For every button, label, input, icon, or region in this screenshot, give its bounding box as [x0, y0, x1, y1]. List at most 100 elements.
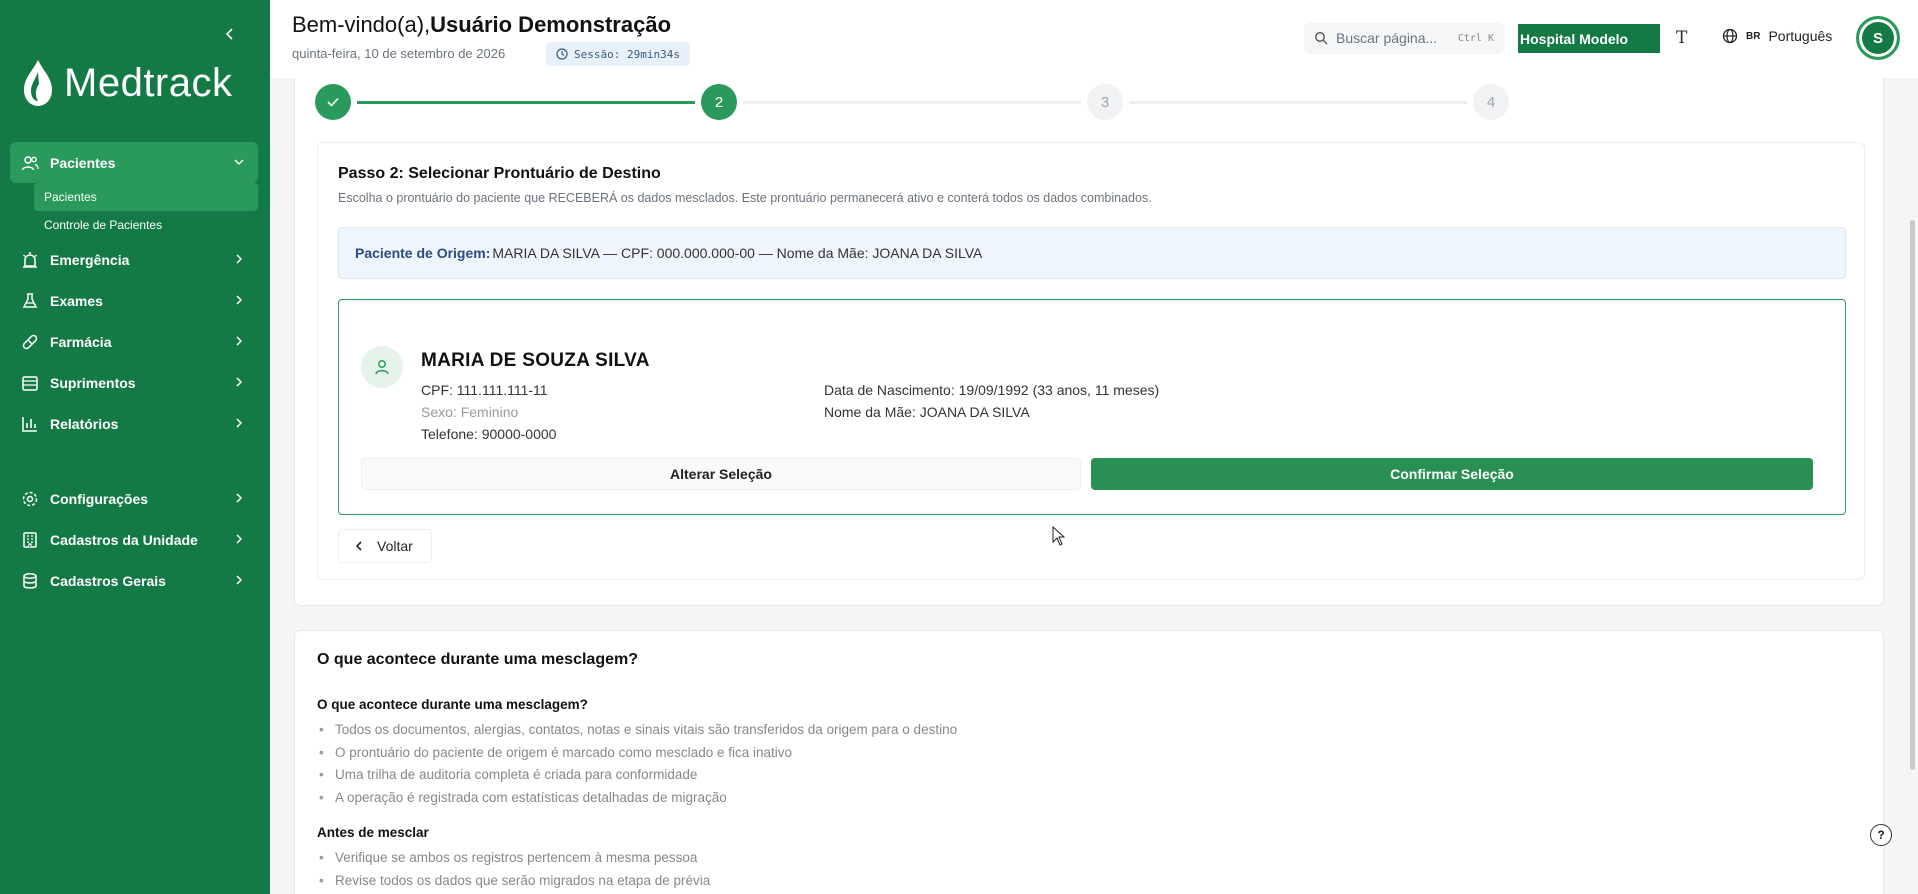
language-selector[interactable]: BR Português	[1722, 28, 1832, 44]
stepper: 2 3 4	[315, 84, 1515, 124]
back-button[interactable]: Voltar	[338, 529, 432, 563]
page-title: Bem-vindo(a),Usuário Demonstração	[292, 12, 671, 38]
sidebar-item-suprimentos[interactable]: Suprimentos	[10, 362, 258, 403]
sidebar-subitem-label: Controle de Pacientes	[44, 218, 163, 232]
select-target-panel: Passo 2: Selecionar Prontuário de Destin…	[317, 142, 1865, 580]
list-item: Verifique se ambos os registros pertence…	[317, 847, 710, 870]
page-scrollbar[interactable]	[1910, 220, 1915, 770]
logo[interactable]: Medtrack	[22, 58, 233, 108]
current-date: quinta-feira, 10 de setembro de 2026	[292, 46, 506, 61]
chevron-right-icon	[236, 254, 243, 264]
sidebar-item-label: Cadastros Gerais	[50, 572, 166, 589]
search-icon	[1314, 31, 1328, 45]
patient-avatar	[361, 346, 403, 388]
step-4: 4	[1473, 84, 1509, 120]
help-button[interactable]: ?	[1870, 824, 1892, 846]
sidebar-item-label: Cadastros da Unidade	[50, 531, 198, 548]
collapse-sidebar-button[interactable]	[222, 26, 238, 42]
chevron-right-icon	[236, 534, 243, 544]
pill-icon	[20, 332, 40, 352]
patient-cpf: CPF: 111.111.111-11	[421, 382, 548, 398]
sidebar-subitem-controle[interactable]: Controle de Pacientes	[10, 211, 258, 239]
sidebar-item-pacientes[interactable]: Pacientes	[10, 142, 258, 183]
mouse-cursor-icon	[1052, 526, 1066, 546]
sidebar-subitem-label: Pacientes	[44, 190, 97, 204]
globe-icon	[1722, 28, 1738, 44]
sidebar-item-relatorios[interactable]: Relatórios	[10, 403, 258, 444]
patient-phone: Telefone: 90000-0000	[421, 426, 557, 442]
drop-logo-icon	[24, 60, 52, 106]
list-item: A operação é registrada com estatísticas…	[317, 787, 957, 810]
patient-sex: Sexo: Feminino	[421, 404, 519, 420]
sidebar-item-cadastros-gerais[interactable]: Cadastros Gerais	[10, 560, 258, 601]
back-label: Voltar	[377, 538, 413, 554]
info-section-title: Antes de mesclar	[317, 825, 429, 840]
font-size-button[interactable]: T	[1676, 28, 1687, 48]
change-selection-button[interactable]: Alterar Seleção	[361, 458, 1081, 490]
session-text: Sessão: 29min34s	[574, 47, 680, 61]
patient-mother-name: Nome da Mãe: JOANA DA SILVA	[824, 404, 1030, 420]
info-title: O que acontece durante uma mesclagem?	[317, 651, 638, 668]
clock-icon	[556, 48, 568, 60]
chevron-right-icon	[236, 575, 243, 585]
building-icon	[20, 530, 40, 550]
origin-label: Paciente de Origem:	[355, 245, 491, 261]
list-item: Todos os documentos, alergias, contatos,…	[317, 719, 957, 742]
step-connector	[357, 101, 695, 104]
flask-icon	[20, 291, 40, 311]
selected-patient-card[interactable]: MARIA DE SOUZA SILVA CPF: 111.111.111-11…	[338, 299, 1846, 515]
chevron-right-icon	[236, 493, 243, 503]
chevron-down-icon	[234, 159, 244, 166]
sidebar-item-farmacia[interactable]: Farmácia	[10, 321, 258, 362]
patient-birth-date: Data de Nascimento: 19/09/1992 (33 anos,…	[824, 382, 1160, 398]
chevron-right-icon	[236, 295, 243, 305]
list-item: O prontuário do paciente de origem é mar…	[317, 742, 957, 765]
panel-title: Passo 2: Selecionar Prontuário de Destin…	[338, 165, 661, 182]
panel-description: Escolha o prontuário do paciente que REC…	[338, 191, 1152, 205]
confirm-selection-button[interactable]: Confirmar Seleção	[1091, 458, 1813, 490]
sidebar-item-configuracoes[interactable]: Configurações	[10, 478, 258, 519]
welcome-prefix: Bem-vindo(a),	[292, 12, 431, 37]
sidebar-item-label: Emergência	[50, 251, 130, 268]
step-1-done	[315, 84, 351, 120]
check-icon	[327, 97, 339, 107]
sidebar-item-label: Relatórios	[50, 415, 119, 432]
merge-wizard-card: 2 3 4 Passo 2: Selecionar Prontuário de …	[294, 78, 1884, 606]
user-avatar[interactable]: S	[1856, 16, 1900, 60]
logo-text: Medtrack	[64, 60, 233, 105]
step-3: 3	[1087, 84, 1123, 120]
step-2-current: 2	[701, 84, 737, 120]
patient-name: MARIA DE SOUZA SILVA	[421, 350, 650, 371]
top-header: Bem-vindo(a),Usuário Demonstração quinta…	[270, 0, 1918, 78]
sidebar-nav: Pacientes Pacientes Controle de Paciente…	[10, 142, 258, 601]
list-item: Revise todos os dados que serão migrados…	[317, 870, 710, 893]
info-list-merge: Todos os documentos, alergias, contatos,…	[317, 719, 957, 809]
user-name: Usuário Demonstração	[430, 12, 672, 37]
sidebar-item-label: Farmácia	[50, 333, 112, 350]
hospital-selector[interactable]: Hospital Modelo	[1518, 24, 1660, 53]
search-input[interactable]: Buscar página... Ctrl K	[1304, 22, 1504, 54]
info-list-before: Verifique se ambos os registros pertence…	[317, 847, 710, 892]
search-shortcut: Ctrl K	[1457, 32, 1494, 44]
chevron-right-icon	[236, 377, 243, 387]
step-connector	[1129, 101, 1467, 104]
origin-patient-info: Paciente de Origem: MARIA DA SILVA — CPF…	[338, 227, 1846, 279]
info-section-title: O que acontece durante uma mesclagem?	[317, 697, 588, 712]
sidebar-item-cadastros-unidade[interactable]: Cadastros da Unidade	[10, 519, 258, 560]
session-timer-badge: Sessão: 29min34s	[546, 42, 690, 66]
language-label: Português	[1768, 28, 1833, 44]
step-connector	[743, 101, 1081, 104]
sidebar-item-emergencia[interactable]: Emergência	[10, 239, 258, 280]
search-placeholder: Buscar página...	[1336, 30, 1438, 46]
chevron-left-icon	[225, 28, 233, 40]
origin-value: MARIA DA SILVA — CPF: 000.000.000-00 — N…	[492, 245, 983, 261]
sidebar-item-label: Exames	[50, 292, 103, 309]
sidebar-item-label: Pacientes	[50, 154, 116, 171]
sidebar-subitem-pacientes[interactable]: Pacientes	[34, 183, 258, 211]
chevron-left-icon	[355, 541, 362, 551]
chevron-right-icon	[236, 336, 243, 346]
database-icon	[20, 571, 40, 591]
chart-icon	[20, 414, 40, 434]
sidebar-item-exames[interactable]: Exames	[10, 280, 258, 321]
